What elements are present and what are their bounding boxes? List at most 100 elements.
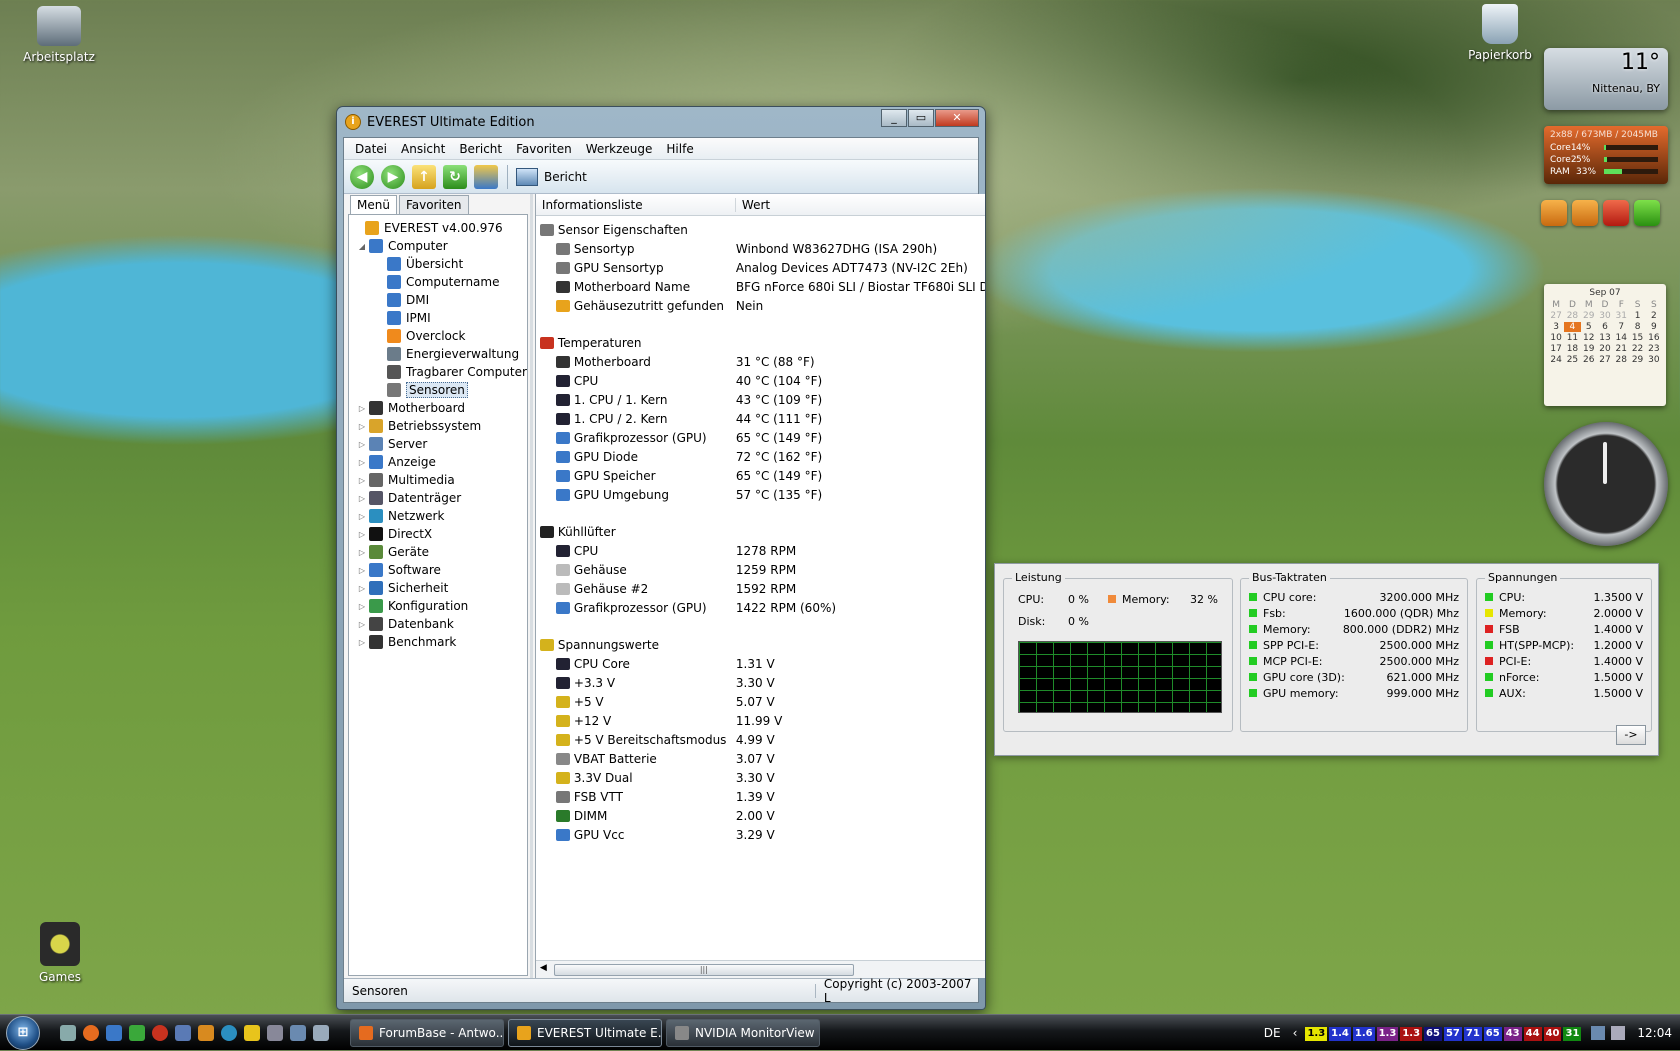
calendar-day[interactable]: 28 (1564, 311, 1580, 321)
tray-sensor-value[interactable]: 44 (1523, 1027, 1542, 1041)
browser-icon[interactable] (106, 1024, 122, 1041)
sensor-row[interactable]: FSB VTT 1.39 V (536, 787, 985, 806)
tray-sensor-value[interactable]: 57 (1443, 1027, 1462, 1041)
expand-button[interactable]: -> (1616, 725, 1646, 745)
calendar-day[interactable]: 10 (1548, 333, 1564, 343)
minimize-button[interactable]: _ (881, 109, 907, 127)
scroll-thumb[interactable]: ||| (553, 964, 854, 976)
tree-expander-icon[interactable]: ▷ (357, 602, 367, 611)
taskbar-button[interactable]: EVEREST Ultimate E... (508, 1018, 662, 1047)
tree-item[interactable]: Computername (353, 273, 527, 291)
tray-sensor-value[interactable]: 43 (1503, 1027, 1522, 1041)
tree-item[interactable]: ▷ Geräte (353, 543, 527, 561)
app-window-icon[interactable] (290, 1024, 306, 1041)
tree-expander-icon[interactable]: ◢ (357, 242, 367, 251)
sensor-row[interactable]: Sensortyp Winbond W83627DHG (ISA 290h) (536, 239, 985, 258)
calendar-day[interactable]: 28 (1613, 355, 1629, 365)
tree-item[interactable]: IPMI (353, 309, 527, 327)
tab-menu[interactable]: Menü (350, 195, 397, 214)
tree-expander-icon[interactable]: ▷ (357, 404, 367, 413)
everest-titlebar[interactable]: i EVEREST Ultimate Edition _ ▭ ✕ (337, 107, 985, 137)
search-gadget-icon[interactable] (1541, 200, 1567, 226)
tree-item[interactable]: ▷ Konfiguration (353, 597, 527, 615)
calendar-day[interactable]: 17 (1548, 344, 1564, 354)
firefox-icon[interactable] (83, 1024, 99, 1041)
calendar-gadget[interactable]: Sep 07 M D M D F S S 27 28 29 30 31 1 2 3 4 5 6 7 8 9 10 11 12 1… (1544, 284, 1666, 406)
shutdown-gadget-icon[interactable] (1572, 200, 1598, 226)
tree-item[interactable]: Overclock (353, 327, 527, 345)
refresh-icon[interactable]: ↻ (443, 164, 467, 189)
group-header[interactable]: Spannungswerte (536, 635, 985, 654)
calendar-day[interactable]: 2 (1646, 311, 1662, 321)
calendar-day[interactable]: 23 (1646, 344, 1662, 354)
everest-window[interactable]: i EVEREST Ultimate Edition _ ▭ ✕ Datei An… (336, 106, 986, 1010)
volume-icon[interactable] (1611, 1026, 1626, 1040)
app-monitor-icon[interactable] (313, 1024, 329, 1041)
close-button[interactable]: ✕ (935, 109, 979, 127)
calendar-day[interactable]: 4 (1564, 322, 1581, 332)
calendar-day[interactable]: 7 (1613, 322, 1629, 332)
clock-gadget[interactable] (1544, 422, 1668, 546)
tree-item[interactable]: Energieverwaltung (353, 345, 527, 363)
tree-expander-icon[interactable]: ▷ (357, 548, 367, 557)
tray-sensor-value[interactable]: 1.4 (1329, 1027, 1351, 1041)
taskbar-clock[interactable]: 12:04 (1637, 1026, 1672, 1040)
calendar-day[interactable]: 16 (1646, 333, 1662, 343)
tray-sensor-value[interactable]: 40 (1543, 1027, 1562, 1041)
tray-sensor-value[interactable]: 65 (1483, 1027, 1502, 1041)
start-button[interactable]: ⊞ (0, 1015, 46, 1051)
calendar-day[interactable]: 13 (1597, 333, 1613, 343)
tray-sensor-value[interactable]: 1.3 (1376, 1027, 1399, 1041)
sensor-row[interactable]: Motherboard Name BFG nForce 680i SLI / Bi… (536, 277, 985, 296)
calendar-day[interactable]: 27 (1548, 311, 1564, 321)
calendar-day[interactable]: 30 (1597, 311, 1613, 321)
sensor-row[interactable]: CPU Core 1.31 V (536, 654, 985, 673)
desktop-icon-arbeitsplatz[interactable]: Arbeitsplatz (14, 6, 104, 64)
back-arrow-icon[interactable]: ◀ (350, 164, 374, 189)
tree-item[interactable]: Übersicht (353, 255, 527, 273)
calendar-day[interactable]: 19 (1581, 344, 1597, 354)
app-orange-icon[interactable] (198, 1024, 214, 1041)
app-green-icon[interactable] (129, 1024, 145, 1041)
tree-item[interactable]: ▷ Server (353, 435, 527, 453)
maximize-button[interactable]: ▭ (908, 109, 934, 127)
menu-item-werkzeuge[interactable]: Werkzeuge (579, 142, 660, 156)
show-desktop-icon[interactable] (60, 1024, 76, 1041)
calendar-day[interactable]: 18 (1564, 344, 1580, 354)
sensor-row[interactable]: Gehäusezutritt gefunden Nein (536, 296, 985, 315)
weather-gadget[interactable]: 11° Nittenau, BY (1544, 48, 1668, 110)
calendar-day[interactable]: 5 (1581, 322, 1597, 332)
network-icon[interactable] (1591, 1026, 1606, 1040)
tree-item[interactable]: ▷ Anzeige (353, 453, 527, 471)
tree-item[interactable]: DMI (353, 291, 527, 309)
tray-sensor-value[interactable]: 1.6 (1352, 1027, 1375, 1041)
desktop-icon-games[interactable]: Games (15, 922, 105, 984)
tree-item[interactable]: ▷ Datenträger (353, 489, 527, 507)
calendar-day[interactable]: 24 (1548, 355, 1564, 365)
calendar-day[interactable]: 1 (1629, 311, 1645, 321)
app-red-icon[interactable] (152, 1024, 168, 1041)
calendar-day[interactable]: 27 (1597, 355, 1613, 365)
tree-expander-icon[interactable]: ▷ (357, 476, 367, 485)
sensor-row[interactable]: GPU Sensortyp Analog Devices ADT7473 (NV-… (536, 258, 985, 277)
sensor-row[interactable]: Gehäuse 1259 RPM (536, 560, 985, 579)
up-folder-icon[interactable]: ↑ (412, 164, 436, 189)
tree-expander-icon[interactable]: ▷ (357, 530, 367, 539)
ie-icon[interactable] (221, 1024, 237, 1041)
tree-item[interactable]: ◢ Computer (353, 237, 527, 255)
calendar-day[interactable]: 31 (1613, 311, 1629, 321)
tree-expander-icon[interactable]: ▷ (357, 638, 367, 647)
language-indicator[interactable]: DE (1264, 1026, 1281, 1040)
column-header-info[interactable]: Informationsliste (536, 197, 736, 212)
tray-expand-icon[interactable]: ‹ (1293, 1026, 1298, 1040)
menu-item-bericht[interactable]: Bericht (452, 142, 509, 156)
calendar-day[interactable]: 25 (1564, 355, 1580, 365)
tree-expander-icon[interactable]: ▷ (357, 566, 367, 575)
sensor-row[interactable]: +5 V Bereitschaftsmodus 4.99 V (536, 730, 985, 749)
sensor-row[interactable]: 1. CPU / 2. Kern 44 °C (111 °F) (536, 409, 985, 428)
scroll-left-icon[interactable]: ◀ (540, 963, 547, 973)
tray-sensor-value[interactable]: 65 (1424, 1027, 1442, 1041)
app-pen-icon[interactable] (267, 1024, 283, 1041)
calendar-day[interactable]: 20 (1597, 344, 1613, 354)
tree-item[interactable]: ▷ Benchmark (353, 633, 527, 651)
